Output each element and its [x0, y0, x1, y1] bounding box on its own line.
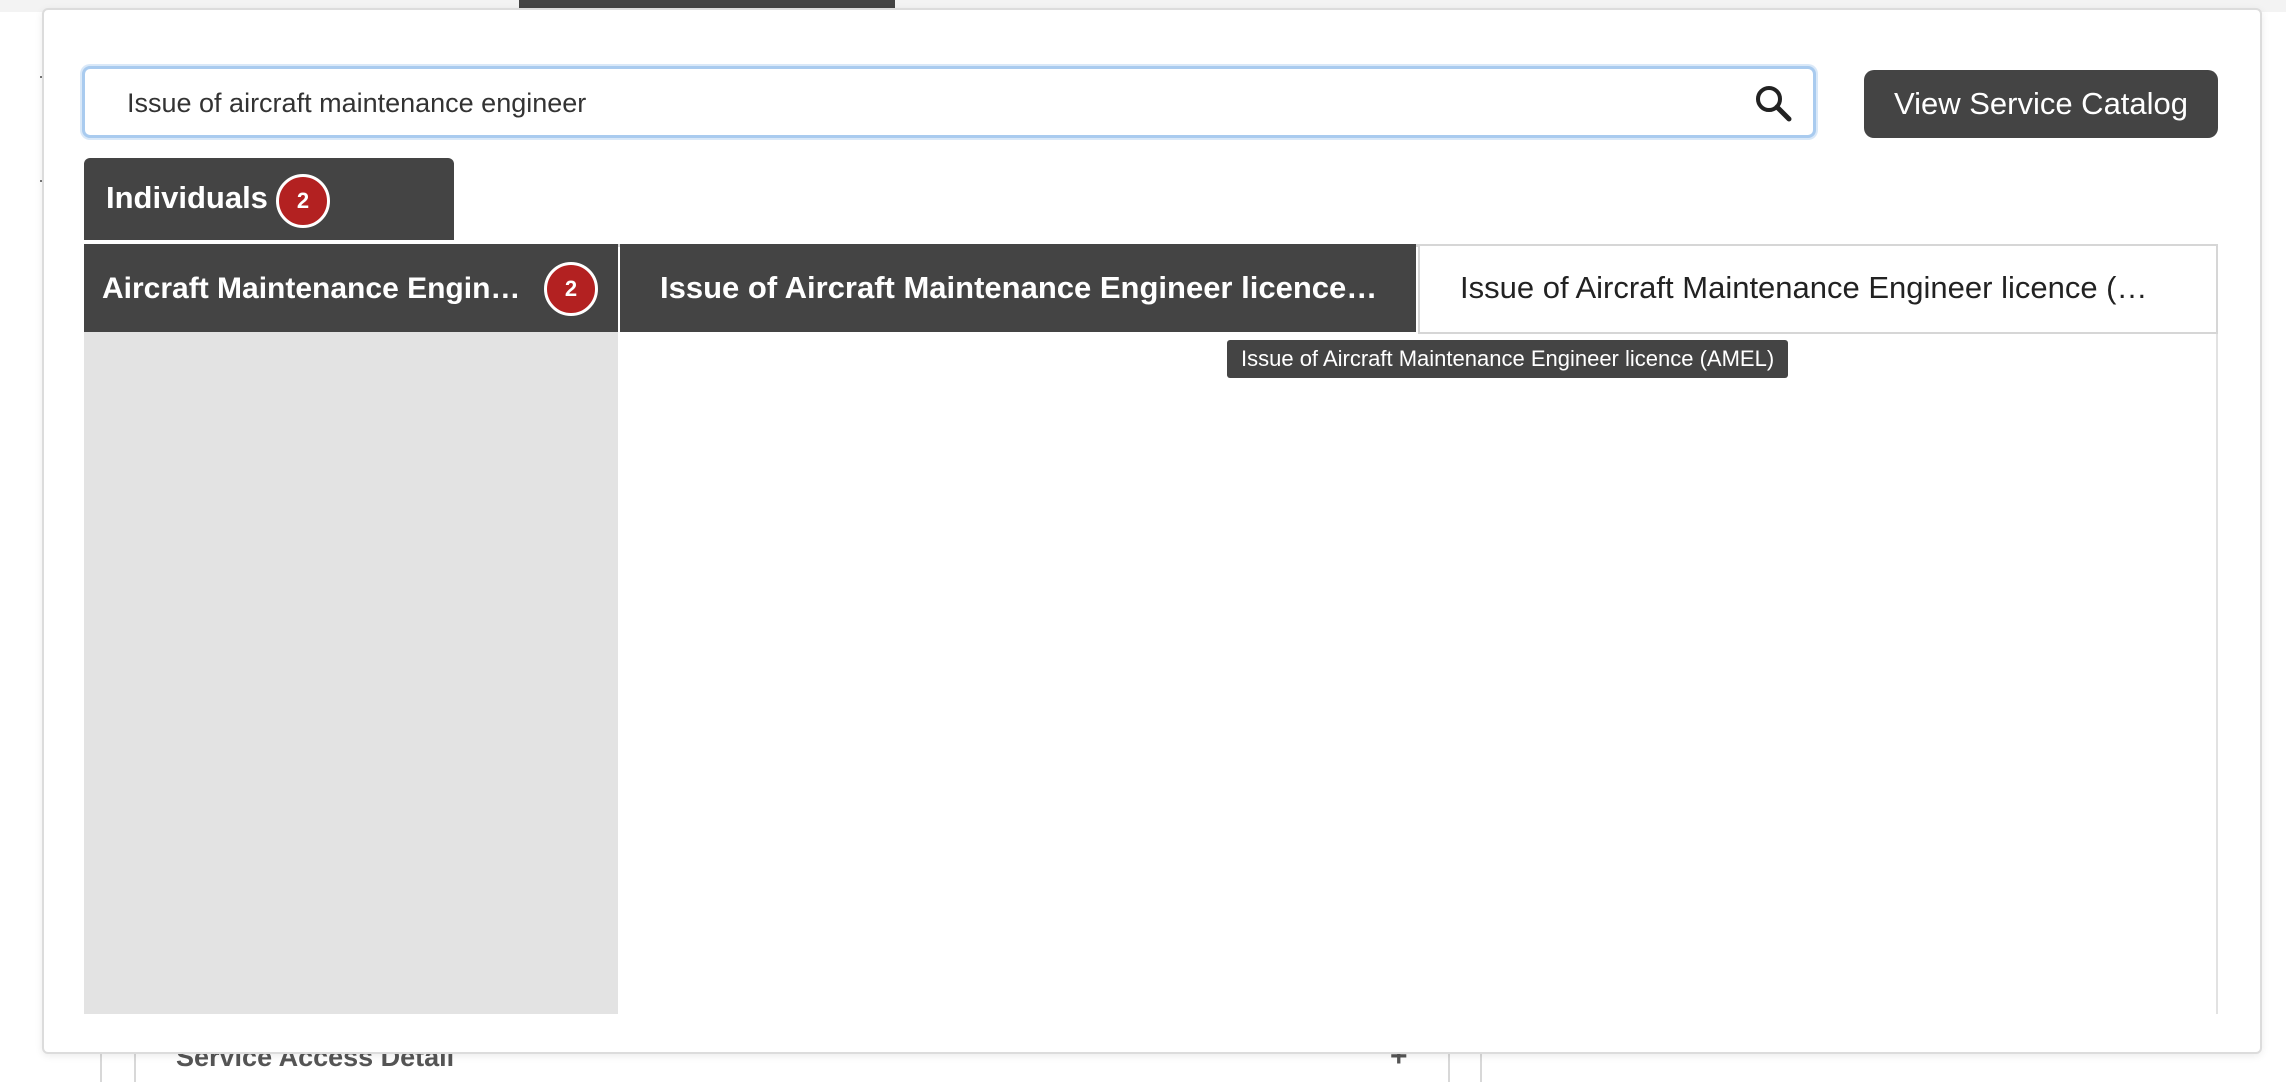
service-tab-label: Issue of Aircraft Maintenance Engineer l… — [1460, 270, 2160, 305]
service-tab[interactable]: Issue of Aircraft Maintenance Engineer l… — [1418, 244, 2218, 334]
service-tab-active[interactable]: Issue of Aircraft Maintenance Engineer l… — [620, 244, 1416, 332]
view-service-catalog-button[interactable]: View Service Catalog — [1864, 70, 2218, 138]
category-list — [84, 244, 618, 1014]
service-tab-label: Issue of Aircraft Maintenance Engineer l… — [660, 270, 1380, 305]
category-count-badge: 2 — [544, 262, 598, 316]
page: Service Access Detail + View Service Cat… — [0, 0, 2286, 1082]
individuals-count-badge: 2 — [276, 174, 330, 228]
service-tooltip: Issue of Aircraft Maintenance Engineer l… — [1227, 340, 1789, 378]
search-box — [82, 66, 1816, 138]
search-input[interactable] — [125, 69, 1729, 137]
category-item-label: Aircraft Maintenance Engineer — [102, 272, 522, 305]
search-icon[interactable] — [1753, 83, 1793, 123]
category-item-aircraft-maintenance-engineer[interactable]: Aircraft Maintenance Engineer 2 — [84, 244, 618, 332]
tab-individuals-label: Individuals — [106, 180, 268, 215]
tab-individuals[interactable]: Individuals 2 — [84, 158, 454, 240]
